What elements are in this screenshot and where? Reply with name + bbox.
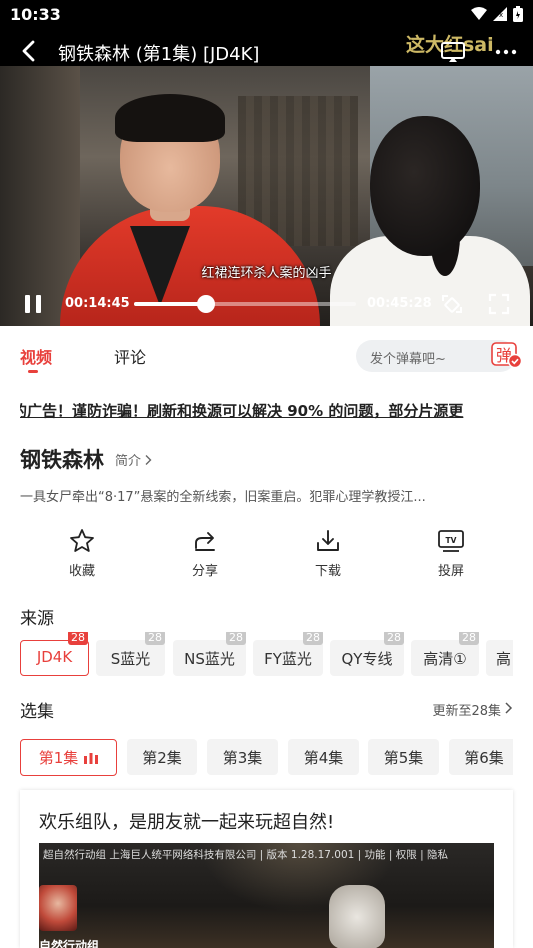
episode-name: 第6集 (464, 749, 504, 767)
share-icon (195, 532, 215, 551)
episode-name: 第2集 (142, 749, 182, 767)
status-time: 10:33 (10, 5, 61, 24)
episode-name: 第4集 (303, 749, 344, 767)
episode-chip[interactable]: 第6集 (449, 739, 513, 775)
episode-chip[interactable]: 第3集 (207, 739, 278, 775)
source-chip[interactable]: 高清① 28 (411, 632, 479, 676)
battery-icon (513, 6, 523, 22)
notice-text: 的广告！谨防诈骗！刷新和换源可以解决 90% 的问题，部分片源更 (20, 402, 464, 420)
star-icon (70, 529, 94, 552)
chevron-right-icon[interactable] (503, 701, 513, 715)
current-time: 00:14:45 (65, 296, 130, 311)
favorite-button[interactable]: 收藏 (42, 526, 122, 579)
sources-label: 来源 (20, 609, 54, 629)
source-name: QY专线 (341, 650, 393, 668)
back-arrow-icon[interactable] (14, 36, 44, 66)
update-status-link[interactable]: 更新至28集 (432, 700, 501, 719)
episode-name: 第5集 (383, 749, 424, 767)
source-count-badge: 28 (145, 632, 165, 645)
show-title: 钢铁森林 (20, 448, 104, 472)
signal-icon: x (493, 7, 507, 21)
ad-character (329, 885, 385, 948)
source-count-badge: 28 (459, 632, 479, 645)
progress-bar[interactable] (134, 295, 356, 313)
svg-text:x: x (499, 11, 503, 19)
ad-meta: 超自然行动组 上海巨人统平网络科技有限公司 | 版本 1.28.17.001 |… (43, 849, 448, 861)
status-icons: x (471, 6, 523, 22)
episode-name: 第1集 (38, 749, 79, 767)
player-controls: 00:14:45 00:45:28 (0, 286, 533, 322)
source-name: JD4K (36, 648, 73, 666)
intro-link[interactable]: 简介 (115, 450, 153, 469)
danmu-toggle-icon[interactable]: 弹 (491, 341, 523, 369)
ad-card[interactable]: 欢乐组队，是朋友就一起来玩超自然! 超自然行动组 上海巨人统平网络科技有限公司 … (20, 790, 513, 948)
ad-app-logo (39, 885, 77, 931)
video-player[interactable]: 10:33 x 钢铁森林 (第1集) [JD4K] 这大红sai 红裙连环杀人案… (0, 0, 533, 326)
source-name: NS蓝光 (184, 650, 235, 668)
synopsis: 一具女尸牵出“8·17”悬案的全新线索，旧案重启。犯罪心理学教授江... (20, 490, 426, 505)
video-subtitle: 红裙连环杀人案的凶手 (201, 266, 332, 281)
fullscreen-icon[interactable] (488, 293, 510, 315)
source-chip[interactable]: FY蓝光 28 (253, 632, 323, 676)
cast-button[interactable]: TV 投屏 (411, 526, 491, 579)
progress-fill (134, 302, 206, 306)
source-chip[interactable]: JD4K 28 (20, 632, 89, 676)
source-count-badge: 28 (226, 632, 246, 645)
tv-cast-icon: TV (438, 530, 464, 552)
source-count-badge: 28 (384, 632, 404, 645)
download-label: 下载 (314, 564, 341, 579)
source-name: 高 (496, 650, 512, 668)
ad-title: 欢乐组队，是朋友就一起来玩超自然! (39, 812, 335, 833)
episodes-label: 选集 (20, 702, 54, 722)
source-count-badge: 28 (68, 632, 88, 645)
wifi-icon (471, 7, 487, 20)
ad-app-name: 自然行动组 (39, 939, 100, 948)
episode-name: 第3集 (222, 749, 263, 767)
action-bar: 收藏 分享 下载 TV 投屏 (20, 526, 513, 582)
source-chip[interactable]: 高 (486, 640, 513, 676)
source-name: S蓝光 (110, 650, 151, 668)
download-button[interactable]: 下载 (288, 526, 368, 579)
share-button[interactable]: 分享 (165, 526, 245, 579)
download-icon (317, 530, 339, 551)
episode-list: 第1集 第2集 第3集 第4集 第5集 第6集 (20, 739, 513, 777)
playing-bars-icon (84, 753, 99, 764)
source-chip[interactable]: S蓝光 28 (96, 632, 165, 676)
pause-icon[interactable] (22, 294, 44, 314)
cast-icon[interactable] (440, 40, 466, 64)
more-icon[interactable] (494, 42, 518, 62)
episode-chip[interactable]: 第4集 (288, 739, 359, 775)
source-name: FY蓝光 (264, 650, 312, 668)
chevron-right-icon (145, 454, 152, 465)
tab-indicator (28, 370, 38, 373)
rotate-screen-icon[interactable] (440, 292, 464, 316)
total-time: 00:45:28 (367, 296, 432, 311)
progress-knob[interactable] (196, 295, 215, 313)
notice-marquee: 的广告！谨防诈骗！刷新和换源可以解决 90% 的问题，部分片源更 (20, 400, 513, 424)
episode-chip[interactable]: 第1集 (20, 739, 117, 776)
player-title-bar: 钢铁森林 (第1集) [JD4K] 这大红sai (0, 30, 533, 70)
tab-video[interactable]: 视频 (20, 344, 52, 368)
episode-chip[interactable]: 第5集 (368, 739, 439, 775)
video-title: 钢铁森林 (第1集) [JD4K] (58, 44, 260, 65)
source-chip[interactable]: QY专线 28 (330, 632, 404, 676)
source-chip[interactable]: NS蓝光 28 (173, 632, 246, 676)
share-label: 分享 (191, 564, 218, 579)
source-name: 高清① (423, 650, 467, 668)
source-list: JD4K 28 S蓝光 28 NS蓝光 28 FY蓝光 28 QY专线 28 高… (20, 632, 513, 682)
cast-label: 投屏 (437, 564, 464, 579)
source-count-badge: 28 (303, 632, 323, 645)
ad-image[interactable]: 超自然行动组 上海巨人统平网络科技有限公司 | 版本 1.28.17.001 |… (39, 843, 494, 948)
episode-chip[interactable]: 第2集 (127, 739, 197, 775)
intro-label: 简介 (115, 454, 142, 469)
favorite-label: 收藏 (68, 564, 95, 579)
svg-text:TV: TV (446, 536, 457, 545)
tab-comments[interactable]: 评论 (114, 344, 146, 368)
detail-panel: 视频 评论 发个弹幕吧~ 弹 的广告！谨防诈骗！刷新和换源可以解决 90% 的问… (0, 326, 533, 948)
status-bar: 10:33 x (0, 0, 533, 30)
